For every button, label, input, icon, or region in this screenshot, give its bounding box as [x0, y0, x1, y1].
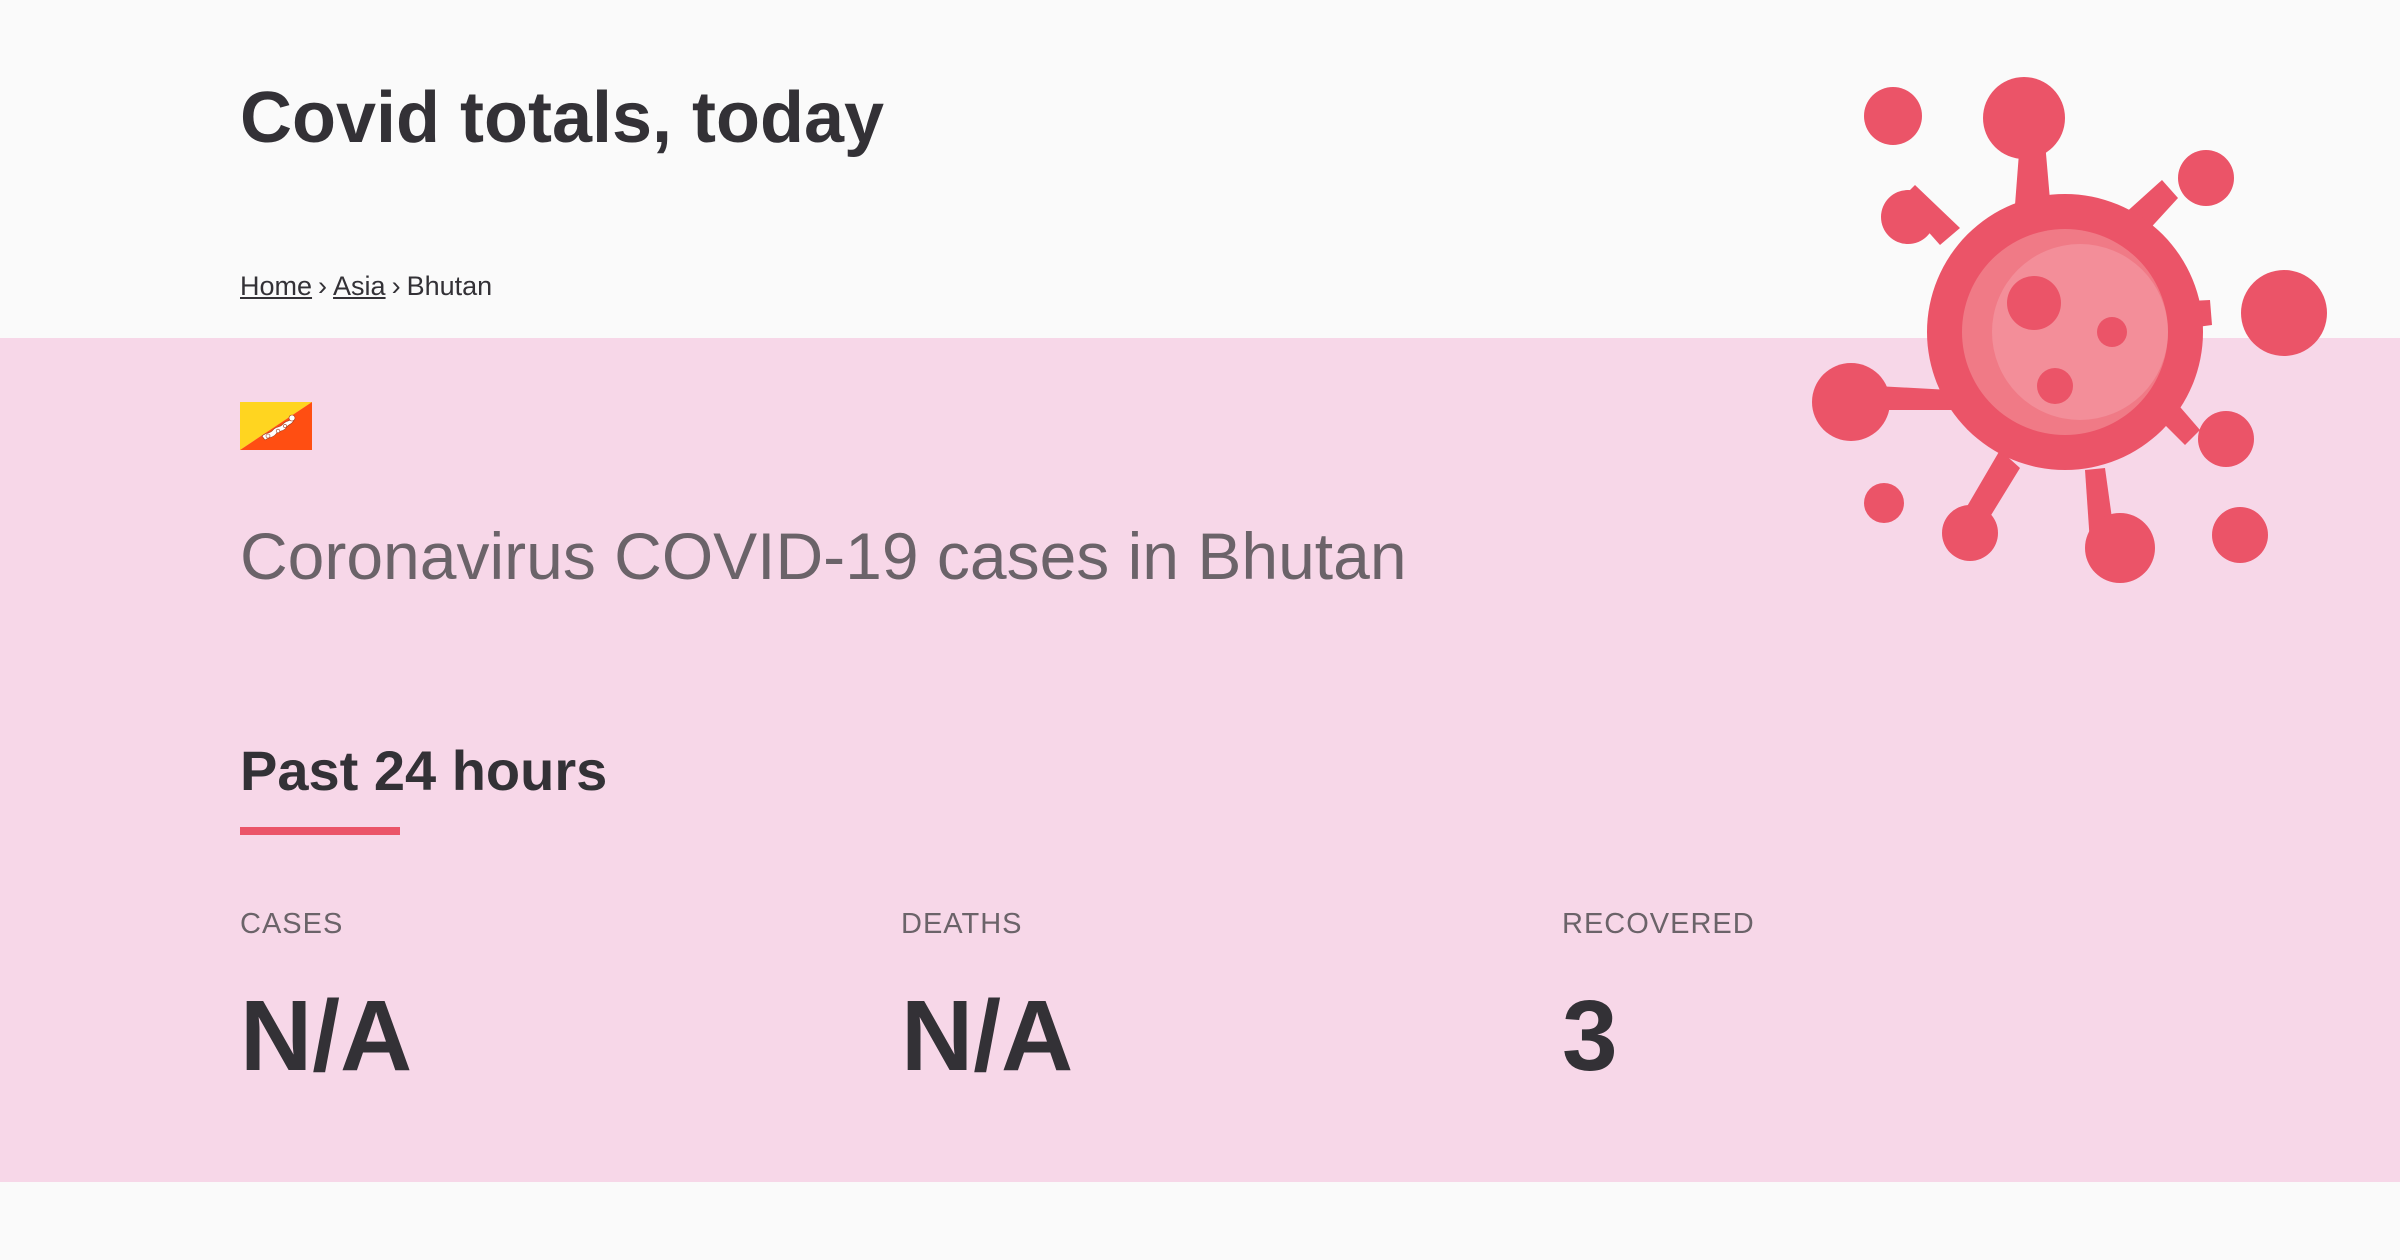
period-heading: Past 24 hours: [240, 739, 608, 802]
breadcrumb-home-link[interactable]: Home: [240, 271, 312, 301]
page-footer: [0, 1182, 2400, 1260]
breadcrumb-current: Bhutan: [406, 271, 493, 301]
breadcrumb-separator: ›: [391, 271, 401, 301]
stat-cases: CASES N/A: [240, 900, 840, 1096]
stat-deaths: DEATHS N/A: [901, 900, 1501, 1096]
stat-value: 3: [1562, 980, 1618, 1092]
stat-value: N/A: [240, 980, 413, 1092]
stat-recovered: RECOVERED 3: [1562, 900, 2162, 1096]
stat-label: DEATHS: [901, 908, 1023, 940]
breadcrumb-asia-link[interactable]: Asia: [333, 271, 386, 301]
virus-icon: [1812, 77, 2327, 583]
breadcrumb-separator: ›: [318, 271, 328, 301]
stat-value: N/A: [901, 980, 1074, 1092]
heading-accent-bar: [240, 827, 400, 835]
country-heading: Coronavirus COVID-19 cases in Bhutan: [240, 519, 1407, 593]
bhutan-flag-icon: [240, 402, 312, 450]
stat-label: RECOVERED: [1562, 908, 1755, 940]
stat-label: CASES: [240, 908, 344, 940]
site-title: Covid totals, today: [240, 78, 885, 158]
breadcrumb: Home › Asia › Bhutan: [240, 268, 492, 304]
